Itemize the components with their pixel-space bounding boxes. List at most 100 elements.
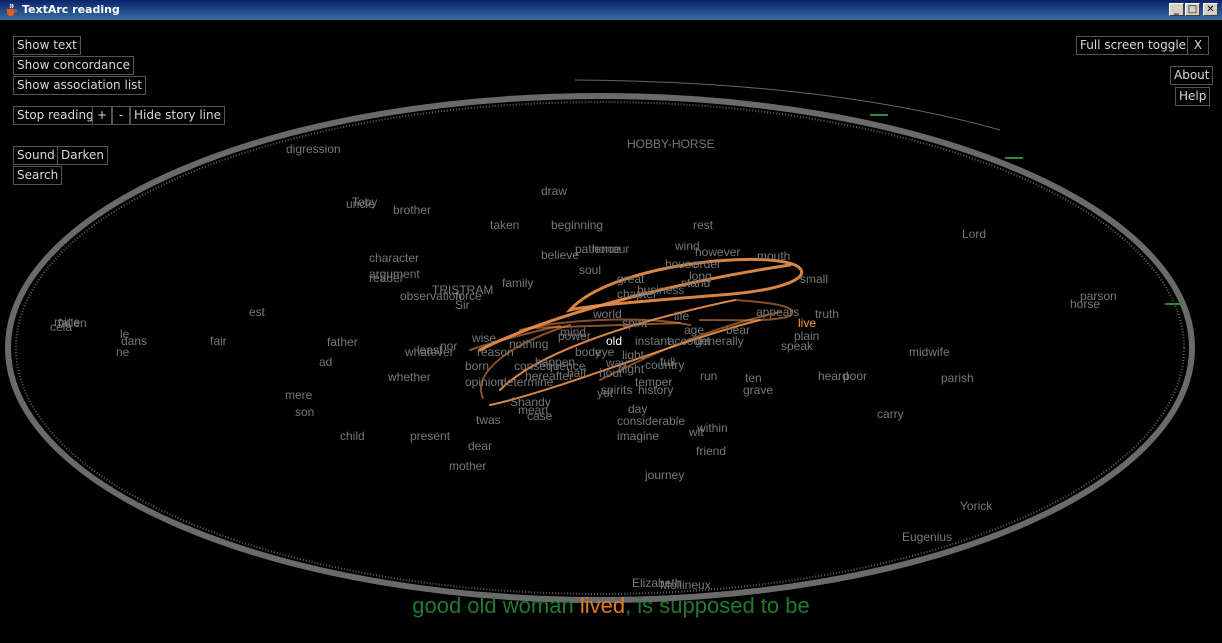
word-opinion[interactable]: opinion: [465, 376, 504, 389]
word-imagine[interactable]: imagine: [617, 430, 659, 443]
stop-reading-button[interactable]: Stop reading: [13, 106, 98, 125]
word-run[interactable]: run: [700, 370, 717, 383]
word-yet[interactable]: yet: [597, 387, 613, 400]
word-instant[interactable]: instant: [635, 335, 670, 348]
word-determine[interactable]: determine: [500, 376, 553, 389]
word-friend[interactable]: friend: [696, 445, 726, 458]
word-child[interactable]: child: [340, 430, 365, 443]
slow-down-button[interactable]: -: [112, 106, 130, 125]
speed-up-button[interactable]: +: [92, 106, 112, 125]
word-nothing[interactable]: nothing: [509, 338, 548, 351]
show-concordance-button[interactable]: Show concordance: [13, 56, 134, 75]
word-soul[interactable]: soul: [579, 264, 601, 277]
word-lord[interactable]: Lord: [962, 228, 986, 241]
word-father[interactable]: father: [327, 336, 358, 349]
word-stand[interactable]: stand: [681, 277, 710, 290]
word-age[interactable]: age: [684, 324, 704, 337]
word-whether[interactable]: whether: [388, 371, 431, 384]
word-horse[interactable]: horse: [1070, 298, 1100, 311]
word-parish[interactable]: parish: [941, 372, 974, 385]
word-brother[interactable]: brother: [393, 204, 431, 217]
word-character[interactable]: character: [369, 252, 419, 265]
word-fair[interactable]: fair: [210, 335, 227, 348]
java-cup-icon: [7, 3, 17, 16]
word-reader[interactable]: reader: [369, 272, 404, 285]
word-history[interactable]: history: [638, 384, 673, 397]
word-mollineux[interactable]: Mollineux: [660, 579, 711, 592]
reading-current-word: lived: [579, 593, 626, 618]
show-association-list-button[interactable]: Show association list: [13, 76, 147, 95]
word-mere[interactable]: mere: [285, 389, 312, 402]
word-half[interactable]: half: [567, 367, 586, 380]
word-observation[interactable]: observation: [400, 290, 462, 303]
word-draw[interactable]: draw: [541, 185, 567, 198]
word-le[interactable]: le: [120, 328, 129, 341]
title-bar: TextArc reading _ □ ✕: [0, 0, 1222, 20]
word-truth[interactable]: truth: [815, 308, 839, 321]
word-fallen[interactable]: fallen: [58, 317, 87, 330]
word-small[interactable]: small: [800, 273, 828, 286]
minimize-button[interactable]: _: [1169, 3, 1184, 16]
word-ad[interactable]: ad: [319, 356, 332, 369]
word-journey[interactable]: journey: [645, 469, 684, 482]
exit-button[interactable]: X: [1187, 36, 1209, 55]
reading-text-after: , is supposed to be: [625, 593, 810, 618]
word-spirit[interactable]: spirit: [622, 317, 647, 330]
full-screen-toggle-button[interactable]: Full screen toggle: [1076, 36, 1191, 55]
word-born[interactable]: born: [465, 360, 489, 373]
word-honour[interactable]: honour: [592, 243, 629, 256]
word-wit[interactable]: wit: [689, 426, 704, 439]
word-world[interactable]: world: [593, 308, 622, 321]
word-mouth[interactable]: mouth: [757, 250, 790, 263]
word-whatever[interactable]: whatever: [405, 346, 454, 359]
about-button[interactable]: About: [1170, 66, 1214, 85]
word-case[interactable]: case: [527, 410, 552, 423]
word-sir[interactable]: Sir: [455, 299, 470, 312]
word-present[interactable]: present: [410, 430, 450, 443]
word-mother[interactable]: mother: [449, 460, 486, 473]
word-beginning[interactable]: beginning: [551, 219, 603, 232]
word-full[interactable]: full: [660, 356, 675, 369]
word-chapter[interactable]: chapter: [617, 288, 657, 301]
darken-button[interactable]: Darken: [57, 146, 109, 165]
ellipse-marker: [1165, 303, 1183, 305]
word-est[interactable]: est: [249, 306, 265, 319]
word-son[interactable]: son: [295, 406, 314, 419]
word-yorick[interactable]: Yorick: [960, 500, 992, 513]
reading-text-before: good old woman: [412, 593, 580, 618]
word-poor[interactable]: poor: [843, 370, 867, 383]
window-title: TextArc reading: [22, 3, 120, 16]
close-window-button[interactable]: ✕: [1203, 3, 1218, 16]
word-speak[interactable]: speak: [781, 340, 813, 353]
word-digression[interactable]: digression: [286, 143, 341, 156]
word-grave[interactable]: grave: [743, 384, 773, 397]
word-rest[interactable]: rest: [693, 219, 713, 232]
word-dear[interactable]: dear: [468, 440, 492, 453]
reading-line: good old woman lived, is supposed to be: [0, 593, 1222, 619]
word-eugenius[interactable]: Eugenius: [902, 531, 952, 544]
word-midwife[interactable]: midwife: [909, 346, 950, 359]
sound-button[interactable]: Sound: [13, 146, 59, 165]
ellipse-marker: [1005, 157, 1023, 159]
word-life[interactable]: life: [674, 310, 689, 323]
word-appears[interactable]: appears: [756, 306, 799, 319]
word-body[interactable]: body: [575, 346, 601, 359]
textarc-canvas[interactable]: Show text Show concordance Show associat…: [0, 20, 1222, 643]
word-light[interactable]: light: [622, 349, 644, 362]
help-button[interactable]: Help: [1175, 87, 1211, 106]
maximize-button[interactable]: □: [1185, 3, 1200, 16]
word-family[interactable]: family: [502, 277, 533, 290]
word-mind[interactable]: mind: [560, 326, 586, 339]
word-twas[interactable]: twas: [476, 414, 501, 427]
hide-story-line-button[interactable]: Hide story line: [130, 106, 225, 125]
search-button[interactable]: Search: [13, 166, 63, 185]
show-text-button[interactable]: Show text: [13, 36, 81, 55]
word-carry[interactable]: carry: [877, 408, 904, 421]
word-hobby-horse[interactable]: HOBBY-HORSE: [627, 138, 715, 151]
word-ne[interactable]: ne: [116, 346, 129, 359]
word-taken[interactable]: taken: [490, 219, 519, 232]
word-considerable[interactable]: considerable: [617, 415, 685, 428]
word-wise[interactable]: wise: [472, 332, 496, 345]
word-believe[interactable]: believe: [541, 249, 579, 262]
word-uncle[interactable]: uncle: [346, 198, 375, 211]
